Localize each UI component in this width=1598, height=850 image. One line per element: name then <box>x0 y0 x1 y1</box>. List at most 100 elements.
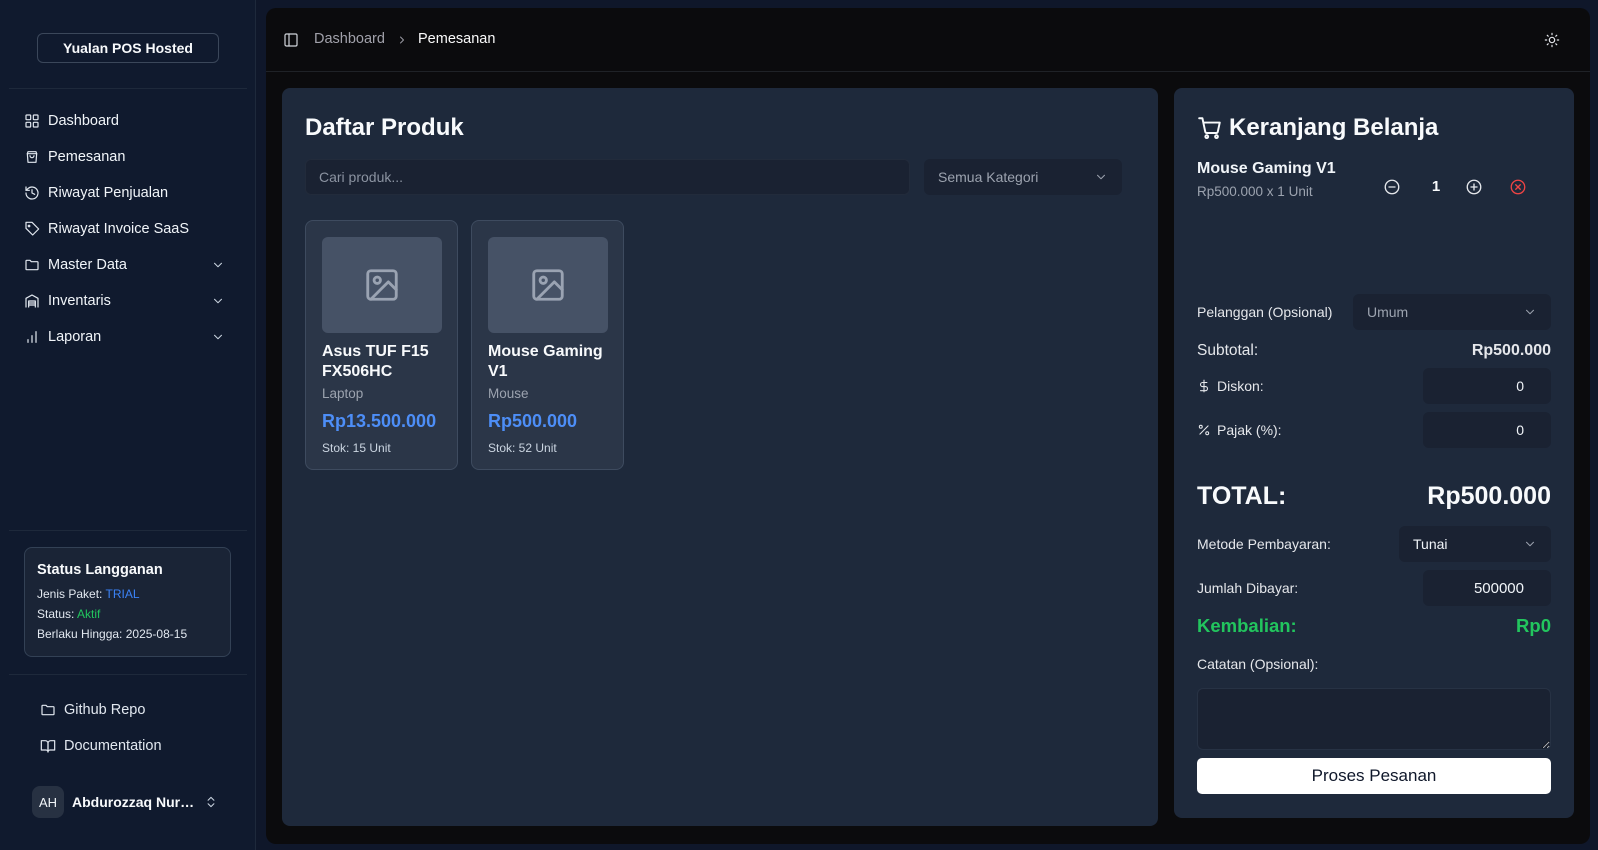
sidebar-item-label: Riwayat Invoice SaaS <box>48 221 190 237</box>
github-repo-link[interactable]: Github Repo <box>40 700 145 720</box>
chevron-down-icon <box>1094 170 1108 184</box>
link-label: Github Repo <box>64 702 146 718</box>
plus-circle-icon[interactable] <box>1465 178 1483 196</box>
user-name: Abdurozzaq Nuru... <box>72 794 196 810</box>
tax-input[interactable] <box>1423 412 1551 448</box>
category-select[interactable]: Semua Kategori <box>924 159 1122 195</box>
folder-icon <box>24 257 40 273</box>
status-value: Aktif <box>77 607 101 621</box>
book-open-icon <box>40 738 56 754</box>
sidebar-item-label: Riwayat Penjualan <box>48 185 169 201</box>
product-price: Rp13.500.000 <box>322 411 437 431</box>
payment-method-selected: Tunai <box>1413 536 1448 552</box>
sidebar-item-label: Inventaris <box>48 293 111 309</box>
product-stock: Stok: 15 Unit <box>322 441 391 455</box>
sidebar-nav: Dashboard Pemesanan Riwayat Penjualan Ri… <box>9 103 247 355</box>
discount-label: Diskon: <box>1217 378 1264 394</box>
top-bar: Dashboard Pemesanan <box>266 8 1590 72</box>
sidebar-item-pemesanan[interactable]: Pemesanan <box>9 139 247 175</box>
cart-title: Keranjang Belanja <box>1197 114 1438 142</box>
payment-method-label: Metode Pembayaran: <box>1197 536 1331 552</box>
chevrons-up-down-icon <box>204 795 218 809</box>
sidebar-item-riwayat-invoice[interactable]: Riwayat Invoice SaaS <box>9 211 247 247</box>
history-icon <box>24 185 40 201</box>
discount-label-row: Diskon: <box>1197 378 1264 394</box>
tag-icon <box>24 221 40 237</box>
sidebar-item-inventaris[interactable]: Inventaris <box>9 283 247 319</box>
user-menu[interactable]: AH Abdurozzaq Nuru... <box>32 786 232 818</box>
subscription-plan: Jenis Paket: TRIAL <box>37 587 218 601</box>
shopping-bag-icon <box>24 149 40 165</box>
amount-paid-label: Jumlah Dibayar: <box>1197 580 1299 596</box>
main-content: Dashboard Pemesanan Daftar Produk Semua … <box>266 8 1590 844</box>
product-category: Laptop <box>322 386 364 401</box>
sidebar-divider <box>9 88 247 89</box>
subscription-title: Status Langganan <box>37 562 163 578</box>
sidebar-item-laporan[interactable]: Laporan <box>9 319 247 355</box>
notes-textarea[interactable] <box>1197 688 1551 750</box>
discount-input[interactable] <box>1423 368 1551 404</box>
remove-item-icon[interactable] <box>1509 178 1527 196</box>
total-label: TOTAL: <box>1197 482 1287 510</box>
product-name: Asus TUF F15 FX506HC <box>322 343 429 380</box>
sidebar-item-label: Dashboard <box>48 113 119 129</box>
payment-method-select[interactable]: Tunai <box>1399 526 1551 562</box>
product-stock: Stok: 52 Unit <box>488 441 557 455</box>
grid-icon <box>24 113 40 129</box>
customer-select[interactable]: Umum <box>1353 294 1551 330</box>
tax-label: Pajak (%): <box>1217 422 1282 438</box>
percent-icon <box>1197 423 1211 437</box>
customer-label: Pelanggan (Opsional) <box>1197 304 1333 320</box>
sidebar-item-master-data[interactable]: Master Data <box>9 247 247 283</box>
process-order-button[interactable]: Proses Pesanan <box>1197 758 1551 794</box>
subtotal-value: Rp500.000 <box>1471 342 1551 359</box>
amount-paid-input[interactable] <box>1423 570 1551 606</box>
breadcrumb-dashboard[interactable]: Dashboard <box>314 31 385 47</box>
product-list-title: Daftar Produk <box>305 114 464 141</box>
sidebar: Yualan POS Hosted Dashboard Pemesanan Ri… <box>0 0 256 850</box>
chevron-right-icon <box>396 34 408 46</box>
dollar-icon <box>1197 379 1211 393</box>
product-card[interactable]: Mouse Gaming V1 Mouse Rp500.000 Stok: 52… <box>471 220 624 470</box>
subscription-valid-until: Berlaku Hingga: 2025-08-15 <box>37 627 218 641</box>
status-label: Status: <box>37 607 75 621</box>
breadcrumb-current: Pemesanan <box>418 31 496 47</box>
sidebar-divider <box>9 674 247 675</box>
product-price: Rp500.000 <box>488 411 578 431</box>
cart-item-detail: Rp500.000 x 1 Unit <box>1197 184 1313 199</box>
sidebar-item-label: Laporan <box>48 329 102 345</box>
chevron-down-icon <box>211 330 225 344</box>
valid-value: 2025-08-15 <box>125 627 188 641</box>
image-placeholder-icon <box>322 237 442 333</box>
chevron-down-icon <box>1523 305 1537 319</box>
sidebar-toggle-icon[interactable] <box>283 32 299 48</box>
category-selected: Semua Kategori <box>938 169 1039 185</box>
sun-icon[interactable] <box>1544 32 1560 48</box>
shopping-cart-icon <box>1197 115 1223 141</box>
chevron-down-icon <box>1523 537 1537 551</box>
documentation-link[interactable]: Documentation <box>40 736 162 756</box>
sidebar-item-dashboard[interactable]: Dashboard <box>9 103 247 139</box>
app-name-button[interactable]: Yualan POS Hosted <box>37 33 219 63</box>
sidebar-item-riwayat-penjualan[interactable]: Riwayat Penjualan <box>9 175 247 211</box>
total-value: Rp500.000 <box>1427 482 1551 510</box>
avatar: AH <box>32 786 64 818</box>
sidebar-item-label: Pemesanan <box>48 149 126 165</box>
notes-label: Catatan (Opsional): <box>1197 656 1319 672</box>
shopping-cart-panel: Keranjang Belanja Mouse Gaming V1 Rp500.… <box>1174 88 1574 818</box>
chevron-down-icon <box>211 294 225 308</box>
subscription-status: Status: Aktif <box>37 607 218 621</box>
product-list-panel: Daftar Produk Semua Kategori Asus TUF F1… <box>282 88 1158 826</box>
cart-title-text: Keranjang Belanja <box>1229 114 1439 141</box>
product-search-input[interactable] <box>305 159 910 195</box>
cart-item-quantity: 1 <box>1431 178 1441 195</box>
folder-icon <box>40 702 56 718</box>
sidebar-item-label: Master Data <box>48 257 127 273</box>
bar-chart-icon <box>24 329 40 345</box>
minus-circle-icon[interactable] <box>1383 178 1401 196</box>
product-card[interactable]: Asus TUF F15 FX506HC Laptop Rp13.500.000… <box>305 220 458 470</box>
valid-label: Berlaku Hingga: <box>37 627 123 641</box>
product-name: Mouse Gaming V1 <box>488 343 603 380</box>
change-label: Kembalian: <box>1197 615 1297 636</box>
subscription-status-card: Status Langganan Jenis Paket: TRIAL Stat… <box>24 547 231 657</box>
